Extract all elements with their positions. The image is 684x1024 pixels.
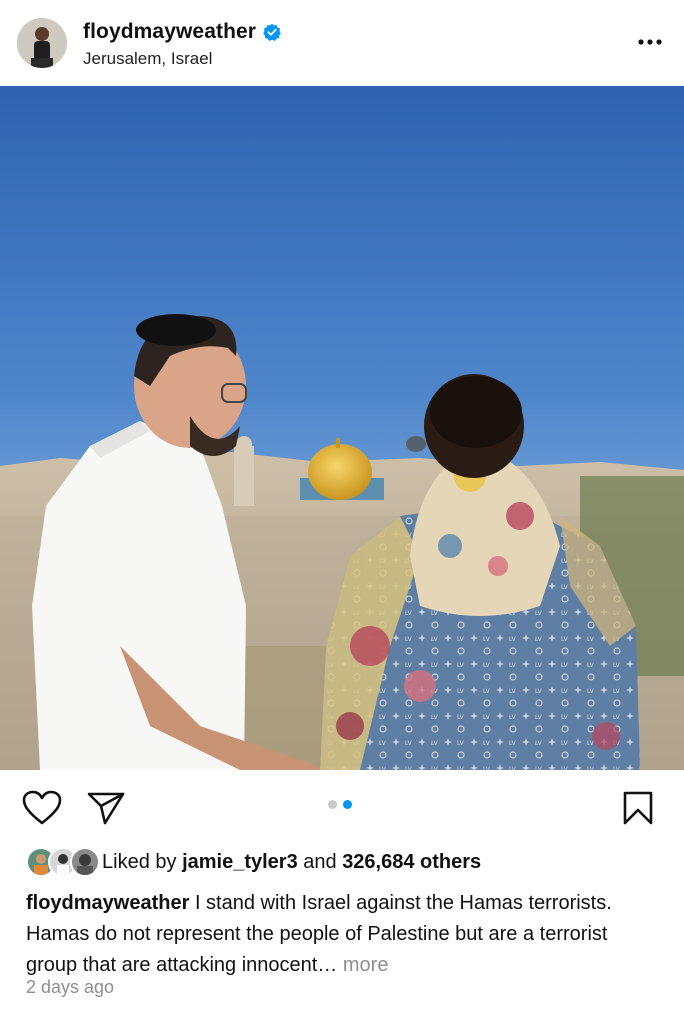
profile-avatar[interactable]	[17, 18, 67, 68]
post-caption: floydmayweather I stand with Israel agai…	[26, 888, 656, 981]
post-username[interactable]: floydmayweather	[83, 20, 256, 44]
liker-avatars[interactable]	[26, 847, 100, 877]
carousel-indicator	[328, 800, 352, 809]
post-photo: LV	[0, 86, 684, 770]
bookmark-outline-icon	[623, 791, 653, 825]
action-bar	[0, 770, 684, 840]
paper-plane-icon	[87, 792, 125, 825]
likes-row: Liked by jamie_tyler3 and 326,684 others	[26, 847, 481, 877]
likes-conjunction: and	[297, 850, 343, 873]
three-dots-icon	[638, 39, 662, 45]
likes-prefix: Liked by	[102, 850, 183, 873]
post-location[interactable]: Jerusalem, Israel	[83, 49, 212, 69]
share-button[interactable]	[86, 790, 126, 826]
like-button[interactable]	[22, 790, 62, 826]
username-row: floydmayweather	[83, 20, 281, 44]
post-header: floydmayweather Jerusalem, Israel	[0, 0, 684, 86]
save-button[interactable]	[622, 790, 654, 826]
heart-outline-icon	[22, 790, 62, 825]
liker-avatar	[70, 847, 100, 877]
post-timestamp: 2 days ago	[26, 977, 115, 997]
post-image[interactable]: LV	[0, 86, 684, 770]
first-liker-username[interactable]: jamie_tyler3	[182, 851, 298, 873]
caption-username[interactable]: floydmayweather	[26, 892, 189, 914]
carousel-dot	[328, 800, 337, 809]
more-options-button[interactable]	[636, 32, 664, 52]
caption-more-link[interactable]: more	[343, 954, 389, 976]
likes-count[interactable]: 326,684 others	[342, 851, 481, 873]
verified-badge-icon	[263, 23, 281, 41]
likes-text: Liked by jamie_tyler3 and 326,684 others	[102, 851, 481, 874]
carousel-dot-active	[343, 800, 352, 809]
